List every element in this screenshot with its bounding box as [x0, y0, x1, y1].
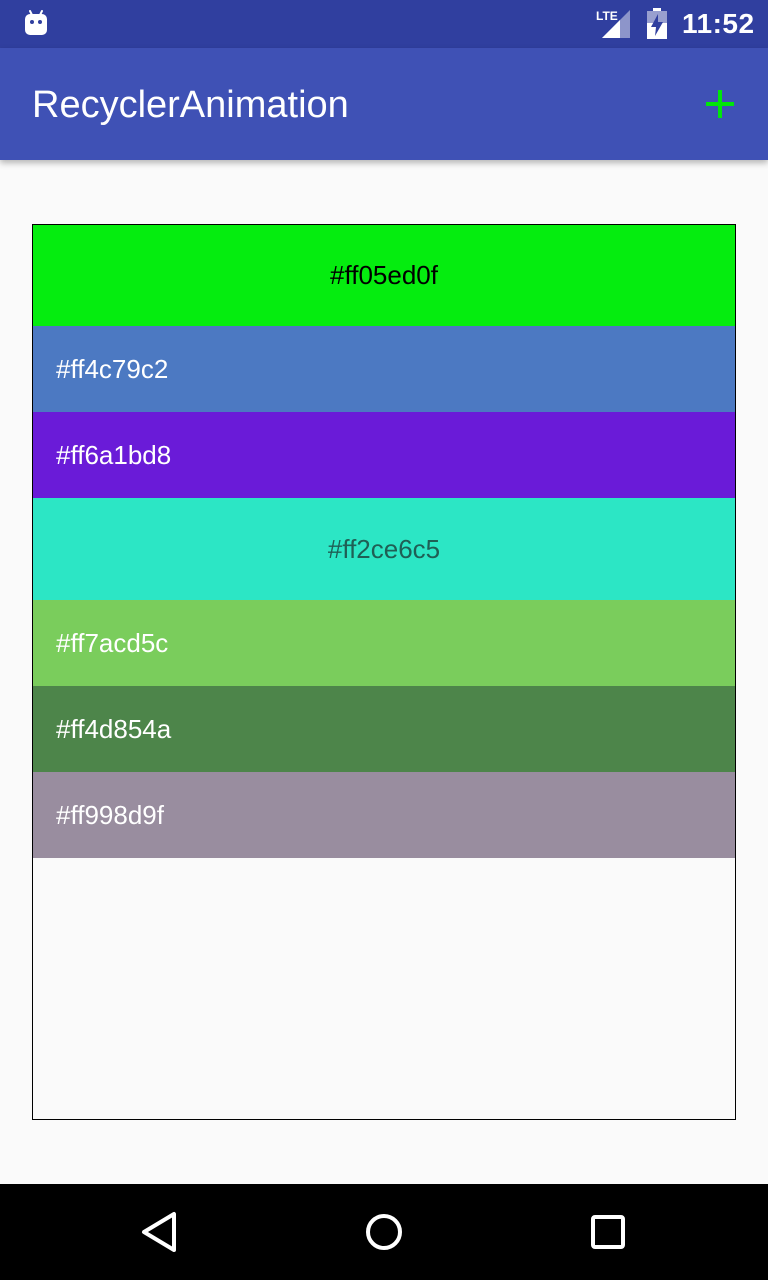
app-title: RecyclerAnimation — [32, 84, 349, 126]
network-label: LTE — [596, 9, 618, 23]
plus-icon[interactable] — [696, 80, 744, 128]
color-list-item[interactable]: #ff998d9f — [33, 772, 735, 858]
home-icon[interactable] — [360, 1208, 408, 1256]
clock: 11:52 — [682, 8, 755, 39]
color-label: #ff6a1bd8 — [56, 439, 172, 470]
main-content: #ff05ed0f #ff4c79c2 #ff6a1bd8 #ff2ce6c5 #ff7… — [0, 160, 768, 1184]
color-label: #ff05ed0f — [330, 259, 438, 290]
status-bar: LTE 11:52 — [0, 0, 768, 48]
android-notification-icon — [25, 10, 47, 35]
navigation-bar — [0, 1184, 768, 1280]
color-label: #ff7acd5c — [56, 627, 169, 658]
app-toolbar: RecyclerAnimation — [0, 48, 768, 160]
lte-signal-icon: LTE — [596, 9, 630, 38]
color-label: #ff4d854a — [56, 713, 172, 744]
back-icon[interactable] — [136, 1208, 184, 1256]
battery-charging-icon — [647, 8, 667, 39]
color-label: #ff998d9f — [56, 799, 164, 830]
color-list-item[interactable]: #ff4d854a — [33, 686, 735, 772]
color-list-item[interactable]: #ff7acd5c — [33, 600, 735, 686]
color-list-item[interactable]: #ff4c79c2 — [33, 326, 735, 412]
recents-icon[interactable] — [584, 1208, 632, 1256]
color-recycler-list[interactable]: #ff05ed0f #ff4c79c2 #ff6a1bd8 #ff2ce6c5 #ff7… — [32, 224, 736, 1120]
color-list-item[interactable]: #ff2ce6c5 — [33, 498, 735, 600]
color-label: #ff2ce6c5 — [327, 533, 441, 564]
color-list-item[interactable]: #ff6a1bd8 — [33, 412, 735, 498]
color-label: #ff4c79c2 — [56, 353, 169, 384]
color-list-item[interactable]: #ff05ed0f — [33, 225, 735, 326]
